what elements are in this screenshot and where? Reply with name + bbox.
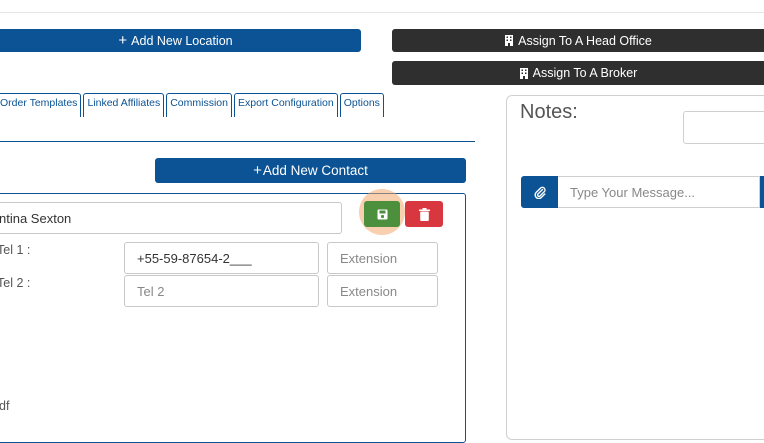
tab-label: Options bbox=[343, 97, 380, 109]
tab-bar: Order Templates Linked Affiliates Commis… bbox=[0, 93, 384, 117]
tab-label: Export Configuration bbox=[237, 97, 334, 109]
notes-title: Notes: bbox=[520, 101, 578, 123]
assign-broker-button[interactable]: Assign To A Broker bbox=[392, 61, 764, 85]
contact-name-value: ntina Sexton bbox=[0, 210, 72, 226]
delete-contact-button[interactable] bbox=[405, 201, 443, 227]
tel2-input[interactable]: Tel 2 bbox=[124, 275, 319, 307]
add-new-location-label: Add New Location bbox=[131, 33, 233, 48]
tel1-label: Tel 1 : bbox=[0, 243, 31, 257]
attach-file-button[interactable] bbox=[521, 176, 558, 208]
tab-label: Order Templates bbox=[0, 97, 78, 109]
tab-commission[interactable]: Commission bbox=[166, 93, 232, 117]
tab-content-divider bbox=[0, 141, 475, 142]
trash-icon bbox=[418, 207, 430, 221]
tel2-placeholder: Tel 2 bbox=[137, 283, 165, 299]
message-input-group: Type Your Message... bbox=[521, 176, 764, 208]
message-placeholder: Type Your Message... bbox=[570, 184, 696, 200]
paperclip-icon bbox=[533, 186, 546, 199]
tab-order-templates[interactable]: Order Templates bbox=[0, 93, 82, 117]
send-button-edge[interactable] bbox=[760, 176, 764, 208]
add-new-contact-button[interactable]: + Add New Contact bbox=[155, 158, 466, 183]
building-icon bbox=[505, 35, 514, 46]
tel1-input[interactable]: +55-59-87654-2___ bbox=[124, 242, 319, 274]
top-divider bbox=[0, 12, 764, 13]
tab-export-configuration[interactable]: Export Configuration bbox=[233, 93, 338, 117]
tel1-value: +55-59-87654-2___ bbox=[137, 250, 252, 266]
add-new-contact-label: Add New Contact bbox=[262, 163, 368, 178]
assign-broker-label: Assign To A Broker bbox=[532, 66, 638, 80]
plus-icon: + bbox=[118, 32, 128, 49]
floppy-disk-icon bbox=[377, 209, 387, 219]
notes-search-input[interactable] bbox=[683, 111, 764, 144]
contact-name-input[interactable]: ntina Sexton bbox=[0, 202, 342, 234]
tel1-extension-placeholder: Extension bbox=[340, 250, 398, 266]
tab-label: Commission bbox=[170, 97, 228, 109]
notes-panel bbox=[506, 95, 764, 440]
tab-label: Linked Affiliates bbox=[87, 97, 161, 109]
tel1-extension-input[interactable]: Extension bbox=[327, 242, 438, 274]
tab-linked-affiliates[interactable]: Linked Affiliates bbox=[83, 93, 165, 117]
message-input[interactable]: Type Your Message... bbox=[558, 176, 760, 208]
plus-icon: + bbox=[253, 162, 262, 179]
save-contact-button[interactable] bbox=[364, 201, 400, 227]
contact-bottom-text: df bbox=[0, 399, 10, 413]
tab-options[interactable]: Options bbox=[339, 93, 384, 117]
tel2-extension-placeholder: Extension bbox=[340, 283, 398, 299]
building-icon bbox=[519, 67, 528, 79]
add-new-location-button[interactable]: + Add New Location bbox=[0, 29, 361, 52]
tel2-extension-input[interactable]: Extension bbox=[327, 275, 438, 307]
assign-head-office-button[interactable]: Assign To A Head Office bbox=[392, 29, 764, 52]
assign-head-office-label: Assign To A Head Office bbox=[518, 33, 652, 48]
tel2-label: Tel 2 : bbox=[0, 276, 31, 290]
